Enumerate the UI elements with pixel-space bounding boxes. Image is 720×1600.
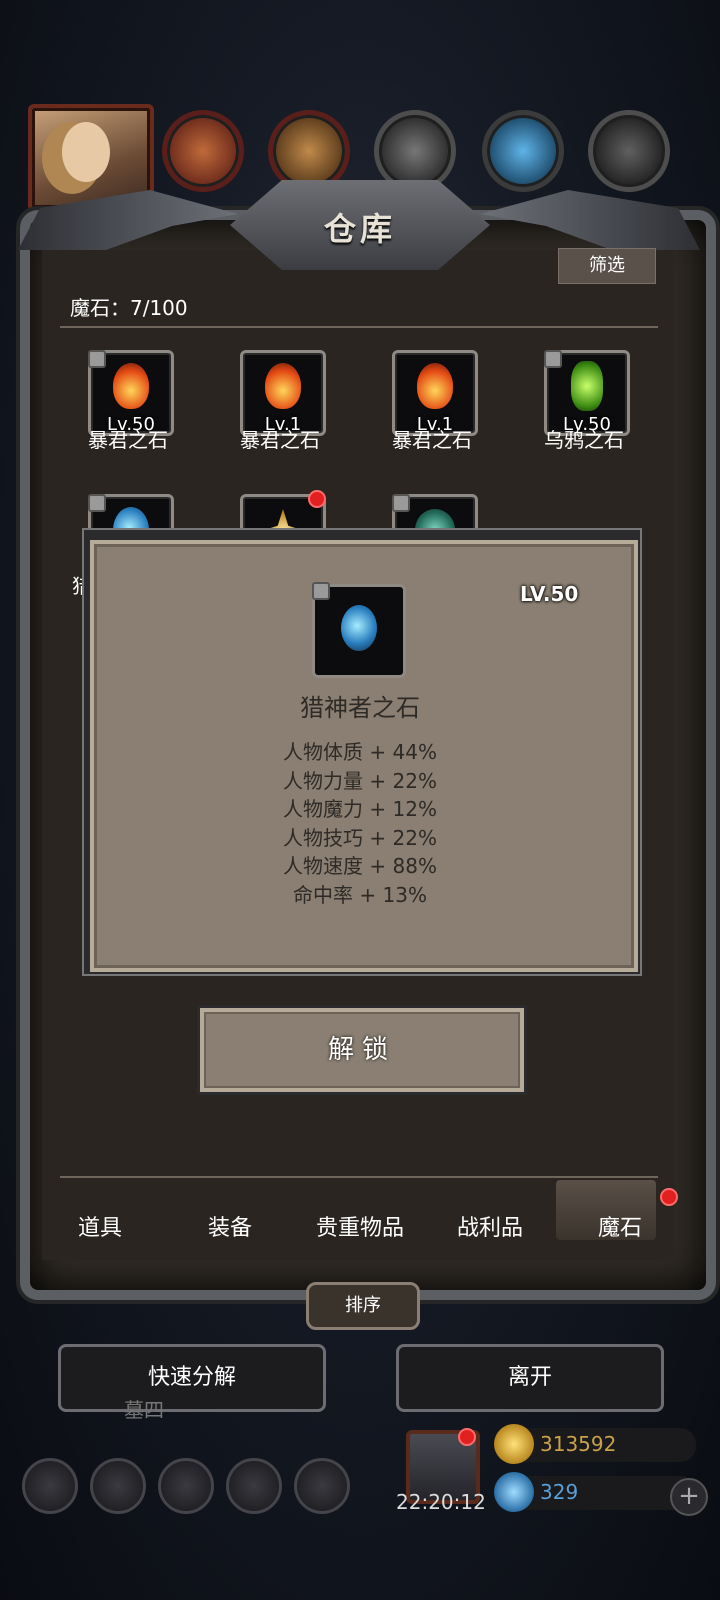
page-title: 仓库 <box>323 210 396 248</box>
add-currency-button[interactable]: + <box>670 1478 708 1516</box>
item-name: 暴君之石 <box>240 428 320 452</box>
lock-icon <box>544 350 562 368</box>
lock-icon <box>88 494 106 512</box>
popup-stats: 人物体质 + 44% 人物力量 + 22% 人物魔力 + 12% 人物技巧 + … <box>200 738 520 909</box>
castle-icon[interactable] <box>158 1458 214 1514</box>
stat-line: 人物速度 + 88% <box>283 854 437 878</box>
gold-amount: 313592 <box>540 1432 617 1456</box>
lock-icon <box>312 582 330 600</box>
tab-valuables[interactable]: 贵重物品 <box>300 1210 420 1242</box>
stat-line: 人物技巧 + 22% <box>283 825 437 850</box>
lock-icon <box>392 494 410 512</box>
sort-button[interactable]: 排序 <box>306 1282 420 1330</box>
ore-resource-icon[interactable] <box>162 110 244 192</box>
unlock-button[interactable]: 解锁 <box>200 1008 524 1092</box>
item-name: 乌鸦之石 <box>544 428 624 452</box>
menu-icon[interactable] <box>22 1458 78 1514</box>
tab-magic-stones[interactable]: 魔石 <box>560 1210 680 1242</box>
zone-label: 墓四 <box>124 1398 164 1422</box>
iron-resource-icon[interactable] <box>374 110 456 192</box>
top-divider <box>60 326 658 328</box>
fire-stone-icon <box>113 363 149 409</box>
crow-stone-icon <box>571 361 603 411</box>
gem-coin-icon <box>494 1472 534 1512</box>
filter-button[interactable]: 筛选 <box>558 248 656 284</box>
tab-loot[interactable]: 战利品 <box>430 1210 550 1242</box>
mail-icon[interactable] <box>226 1458 282 1514</box>
popup-level: LV.50 <box>520 582 579 606</box>
gift-badge <box>458 1428 476 1446</box>
lock-icon <box>88 350 106 368</box>
wood-resource-icon[interactable] <box>268 110 350 192</box>
stat-line: 人物体质 + 44% <box>283 740 437 764</box>
stone-count-label: 魔石：7/100 <box>70 296 188 320</box>
item-name: 暴君之石 <box>392 428 472 452</box>
stat-line: 人物力量 + 22% <box>283 768 437 793</box>
stone-resource-icon[interactable] <box>588 110 670 192</box>
gold-coin-icon <box>494 1424 534 1464</box>
tabs-divider <box>60 1176 658 1178</box>
stat-line: 命中率 + 13% <box>293 882 427 907</box>
gem-amount: 329 <box>540 1480 579 1504</box>
tab-notification-badge <box>660 1188 678 1206</box>
item-name: 暴君之石 <box>88 428 168 452</box>
timer-text: 22:20:12 <box>396 1490 486 1514</box>
hunter-stone-icon <box>341 605 377 651</box>
quick-decompose-button[interactable]: 快速分解 <box>58 1344 326 1412</box>
fire-stone-icon <box>265 363 301 409</box>
scroll-icon[interactable] <box>294 1458 350 1514</box>
leave-button[interactable]: 离开 <box>396 1344 664 1412</box>
star-icon[interactable] <box>90 1458 146 1514</box>
popup-item-name: 猎神者之石 <box>300 694 420 722</box>
fire-stone-icon <box>417 363 453 409</box>
stat-line: 人物魔力 + 12% <box>283 797 437 821</box>
tab-items[interactable]: 道具 <box>40 1210 160 1242</box>
new-badge <box>308 490 326 508</box>
crystal-resource-icon[interactable] <box>482 110 564 192</box>
tab-equipment[interactable]: 装备 <box>170 1210 290 1242</box>
